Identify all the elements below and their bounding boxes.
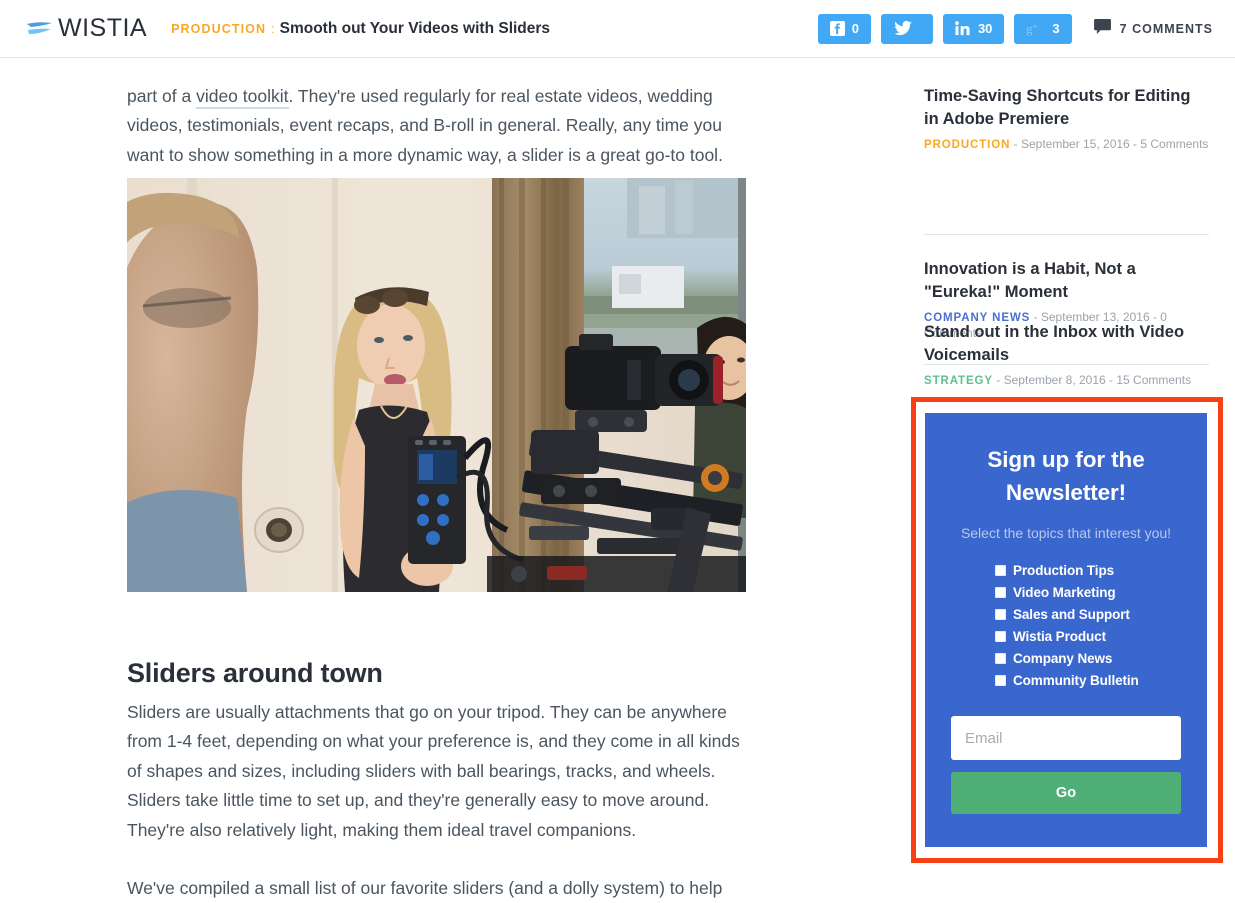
topic-label: Wistia Product (1013, 629, 1106, 644)
logo-wordmark: WISTIA (58, 14, 147, 43)
sidebar-divider (924, 234, 1209, 235)
topic-label: Company News (1013, 651, 1112, 666)
checkbox-icon[interactable] (995, 587, 1006, 598)
sidebar-post-category[interactable]: PRODUCTION (924, 139, 1010, 151)
checkbox-icon[interactable] (995, 609, 1006, 620)
svg-text:g: g (1026, 21, 1033, 36)
site-header: WISTIA PRODUCTION : Smooth out Your Vide… (0, 0, 1235, 58)
video-toolkit-link[interactable]: video toolkit (196, 86, 288, 109)
newsletter-subheading: Select the topics that interest you! (951, 525, 1181, 541)
facebook-icon (830, 21, 845, 36)
breadcrumb: PRODUCTION : Smooth out Your Videos with… (171, 20, 550, 38)
share-linkedin-button[interactable]: 30 (943, 14, 1004, 44)
sidebar-post-meta: STRATEGY - September 8, 2016 - 15 Commen… (924, 373, 1209, 389)
article-photo (127, 178, 746, 592)
breadcrumb-category[interactable]: PRODUCTION (171, 22, 266, 36)
newsletter-submit-button[interactable]: Go (951, 772, 1181, 814)
sidebar-post-0[interactable]: Time-Saving Shortcuts for Editing in Ado… (924, 85, 1209, 153)
checkbox-icon[interactable] (995, 653, 1006, 664)
page-title: Smooth out Your Videos with Sliders (280, 20, 550, 38)
twitter-icon (894, 21, 912, 36)
breadcrumb-separator: : (271, 22, 274, 36)
article-body: part of a video toolkit. They're used re… (0, 58, 860, 889)
sidebar-post-title[interactable]: Stand out in the Inbox with Video Voicem… (924, 321, 1209, 366)
newsletter-heading: Sign up for the Newsletter! (951, 443, 1181, 509)
linkedin-icon (955, 21, 971, 36)
newsletter-signup-panel: Sign up for the Newsletter! Select the t… (925, 413, 1207, 847)
wistia-swoosh-icon (26, 19, 54, 39)
topic-checkbox-company-news[interactable]: Company News (995, 651, 1181, 666)
newsletter-topic-list: Production Tips Video Marketing Sales an… (995, 563, 1181, 688)
sidebar-post-date-comments: - September 15, 2016 - 5 Comments (1010, 137, 1208, 151)
paragraph-compiled: We've compiled a small list of our favor… (127, 874, 752, 903)
paragraph-intro: part of a video toolkit. They're used re… (127, 82, 752, 171)
share-googleplus-button[interactable]: g + 3 (1014, 14, 1071, 44)
svg-text:+: + (1033, 22, 1038, 31)
share-facebook-button[interactable]: 0 (818, 14, 871, 44)
site-logo[interactable]: WISTIA (26, 14, 147, 43)
comments-link[interactable]: 7 COMMENTS (1094, 19, 1213, 39)
sidebar-post-title[interactable]: Innovation is a Habit, Not a "Eureka!" M… (924, 258, 1209, 303)
sidebar-post-category[interactable]: STRATEGY (924, 375, 993, 387)
paragraph-sliders: Sliders are usually attachments that go … (127, 698, 752, 846)
linkedin-count: 30 (978, 21, 992, 36)
topic-checkbox-community-bulletin[interactable]: Community Bulletin (995, 673, 1181, 688)
checkbox-icon[interactable] (995, 631, 1006, 642)
sidebar-post-title[interactable]: Time-Saving Shortcuts for Editing in Ado… (924, 85, 1209, 130)
topic-label: Video Marketing (1013, 585, 1116, 600)
share-twitter-button[interactable] (881, 14, 933, 44)
topic-checkbox-sales-and-support[interactable]: Sales and Support (995, 607, 1181, 622)
section-heading: Sliders around town (127, 658, 752, 689)
email-input[interactable] (951, 716, 1181, 760)
topic-label: Production Tips (1013, 563, 1114, 578)
intro-text-before: part of a (127, 86, 196, 106)
comment-bubble-icon (1094, 19, 1111, 39)
topic-checkbox-video-marketing[interactable]: Video Marketing (995, 585, 1181, 600)
comments-count-label: 7 COMMENTS (1120, 22, 1213, 36)
checkbox-icon[interactable] (995, 565, 1006, 576)
share-group: 0 30 g + (818, 14, 1213, 44)
checkbox-icon[interactable] (995, 675, 1006, 686)
topic-label: Community Bulletin (1013, 673, 1139, 688)
sidebar-post-meta: PRODUCTION - September 15, 2016 - 5 Comm… (924, 137, 1209, 153)
topic-label: Sales and Support (1013, 607, 1130, 622)
topic-checkbox-wistia-product[interactable]: Wistia Product (995, 629, 1181, 644)
google-plus-icon: g + (1026, 21, 1045, 36)
topic-checkbox-production-tips[interactable]: Production Tips (995, 563, 1181, 578)
sidebar-post-date-comments: - September 8, 2016 - 15 Comments (993, 373, 1191, 387)
sidebar-post-2[interactable]: Stand out in the Inbox with Video Voicem… (924, 321, 1209, 389)
googleplus-count: 3 (1052, 21, 1059, 36)
facebook-count: 0 (852, 21, 859, 36)
